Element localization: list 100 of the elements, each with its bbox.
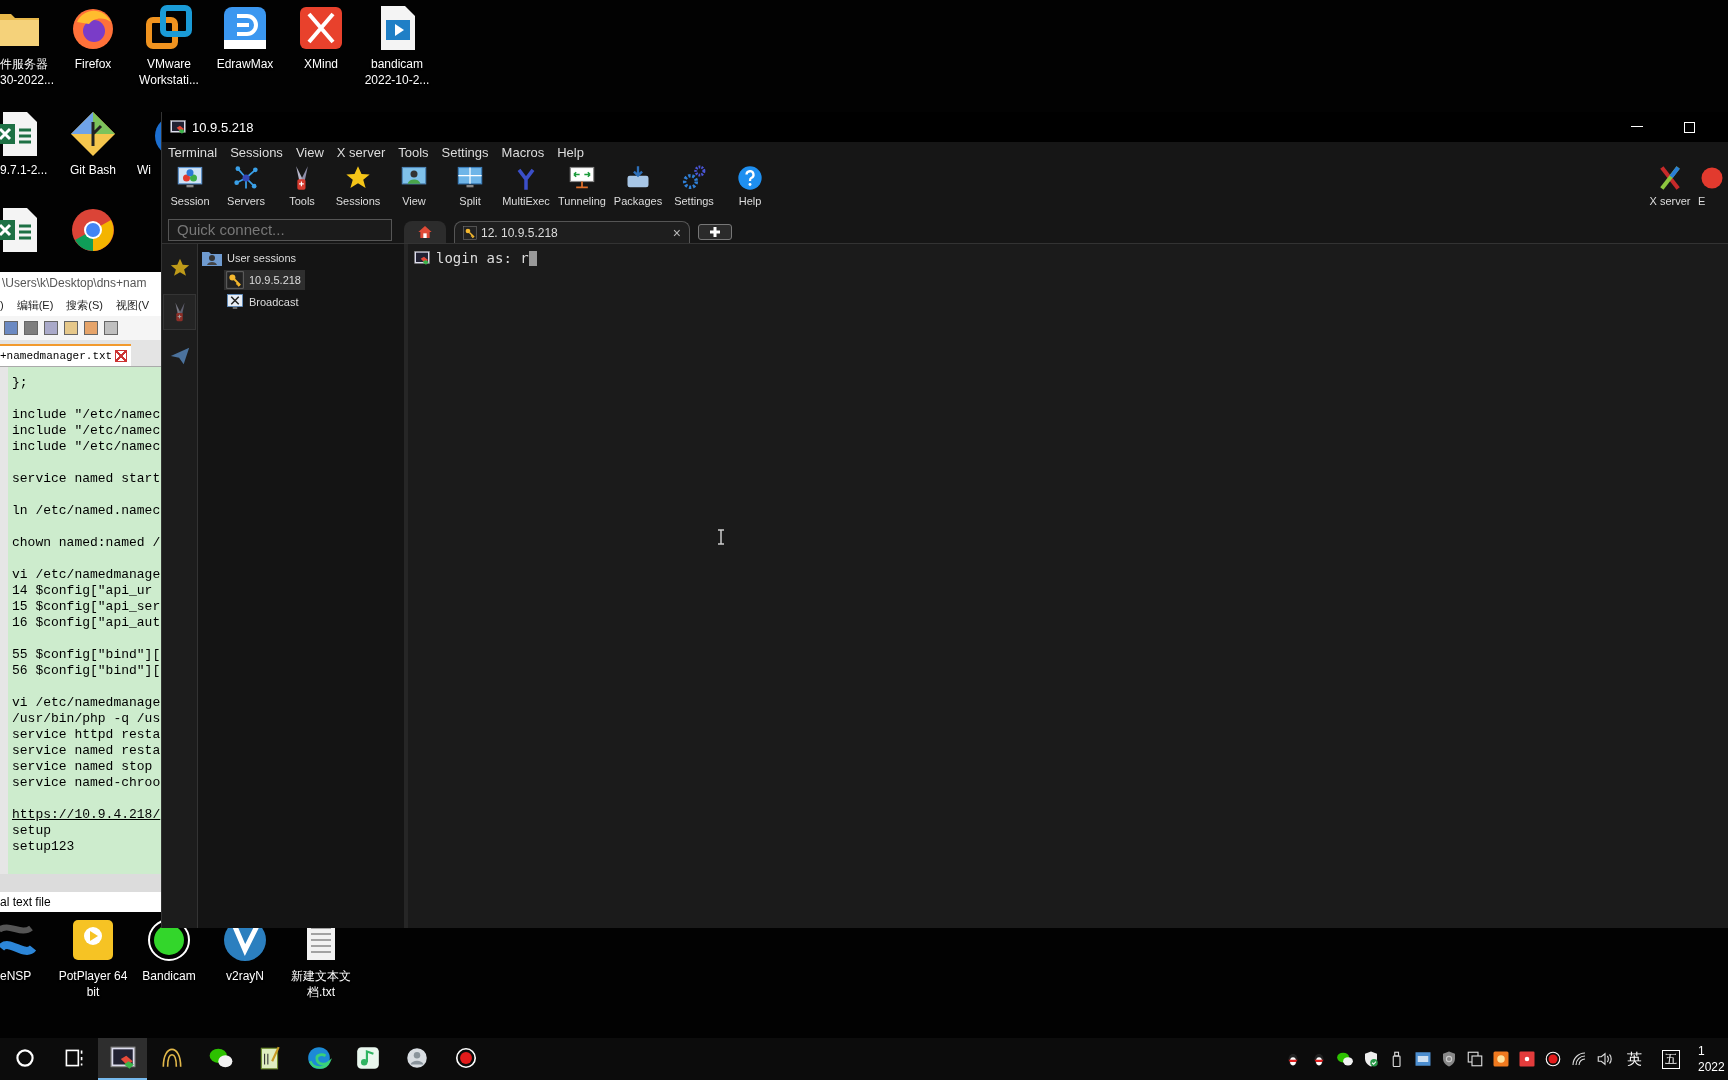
link[interactable]: https://10.9.4.218/ [12, 807, 161, 823]
quick-connect-field[interactable]: Quick connect... [168, 218, 392, 241]
star-icon [168, 257, 191, 279]
toolbar-button[interactable]: Session [162, 164, 218, 214]
record-icon [1544, 1050, 1562, 1068]
dot-app-icon [1518, 1050, 1536, 1068]
clock-text: 1 [1698, 1043, 1705, 1059]
code-line: service httpd resta [12, 727, 161, 743]
menu-item[interactable]: View [295, 144, 324, 160]
menu-item[interactable]: Terminal [168, 144, 218, 160]
tab-label: 12. 10.9.5.218 [481, 225, 558, 240]
file-tab[interactable]: +namedmanager.txt [0, 344, 132, 366]
session-tab[interactable]: 12. 10.9.5.218 × [454, 221, 690, 243]
scrollbar[interactable] [0, 874, 161, 892]
code-line: service named resta [12, 743, 161, 759]
close-button[interactable]: × [672, 224, 681, 241]
icon-label: 新建文本文 [291, 968, 351, 984]
menu-item[interactable]: Settings [441, 144, 489, 160]
toolbar-icon[interactable] [84, 321, 98, 335]
tray-button[interactable] [1543, 1050, 1563, 1068]
code-line: vi /etc/namedmanage [12, 567, 161, 583]
home-tab[interactable] [404, 221, 446, 243]
menu-item[interactable]: Sessions [230, 144, 283, 160]
toolbar-button[interactable]: Help [722, 164, 778, 214]
tray-button[interactable] [1595, 1050, 1615, 1068]
code-line: /usr/bin/php -q /us [12, 711, 161, 727]
tree-folder[interactable]: User sessions [227, 252, 297, 264]
network-nodes-icon [232, 164, 260, 192]
toolbar-button[interactable]: View [386, 164, 442, 214]
icon-label: Firefox [74, 56, 112, 72]
menu-item[interactable]: Help [557, 144, 584, 160]
tray-button[interactable] [1517, 1050, 1537, 1068]
code-line: 14 $config["api_ur [12, 583, 154, 599]
code-line: ln /etc/named.namec [12, 503, 161, 519]
input-method[interactable]: 英 [1621, 1049, 1648, 1069]
menu-item[interactable]: 视图(V [116, 297, 149, 313]
music-note-icon [354, 1045, 381, 1071]
minimize-icon [1631, 126, 1643, 128]
tray-button[interactable] [1491, 1050, 1511, 1068]
toolbar-button[interactable]: Servers [218, 164, 274, 214]
taskbar-button[interactable] [98, 1038, 147, 1080]
code-line: include "/etc/namec [12, 423, 161, 439]
plus-icon [710, 227, 720, 237]
diamond-icon [69, 110, 117, 158]
user-folder-icon [202, 250, 222, 266]
tray-button[interactable] [1413, 1050, 1433, 1068]
icon-label: 30-2022... [0, 72, 55, 88]
terminal-text: login as: r [436, 250, 529, 266]
terminal-icon [170, 119, 186, 135]
icon-label: 9.7.1-2... [0, 162, 48, 178]
toolbar-button[interactable]: Tools [274, 164, 330, 214]
text-cursor-icon [717, 529, 725, 545]
toolbar-button[interactable]: X server [1642, 164, 1698, 214]
icon-label: PotPlayer 64 [58, 968, 128, 984]
icon-label: 件服务器 [0, 56, 48, 72]
icon-label: Git Bash [70, 162, 116, 178]
toolbar-button[interactable]: Settings [666, 164, 722, 214]
menu-item[interactable]: ) [0, 299, 4, 311]
app-window-icon [1414, 1050, 1432, 1068]
code-line: include "/etc/namec [12, 439, 161, 455]
icon-label: Wi [137, 162, 151, 178]
terminal-icon [414, 250, 430, 266]
icon-label: EdrawMax [216, 56, 274, 72]
clock-text: 2022 [1698, 1059, 1725, 1075]
toolbar-button[interactable]: E [1698, 164, 1728, 214]
tree-item[interactable]: Broadcast [224, 292, 303, 312]
menu-item[interactable]: Macros [501, 144, 545, 160]
toolbar-button[interactable]: Split [442, 164, 498, 214]
tray-button[interactable] [1335, 1050, 1355, 1068]
code-line: chown named:named / [12, 535, 161, 551]
cross-icon [297, 4, 345, 52]
tray-button[interactable] [1465, 1050, 1485, 1068]
close-icon[interactable] [115, 350, 128, 362]
x-monitor-icon [226, 293, 244, 311]
input-mode[interactable]: 五 [1662, 1049, 1680, 1069]
terminal-area[interactable]: login as: r [408, 244, 1728, 928]
tree-item[interactable]: 10.9.5.218 [224, 270, 305, 290]
icon-label: VMware [147, 56, 191, 72]
speaker-icon [1596, 1050, 1614, 1068]
shield-check-icon [1362, 1050, 1380, 1068]
menu-item[interactable]: 搜索(S) [66, 297, 103, 313]
menu-item[interactable]: Tools [398, 144, 429, 160]
icon-label: Workstati... [139, 72, 199, 88]
icon-label: v2rayN [226, 968, 264, 984]
new-tab-button[interactable] [698, 224, 732, 240]
menu-item[interactable]: 编辑(E) [16, 297, 54, 313]
code-line: }; [12, 375, 29, 391]
toolbar-button[interactable]: Tunneling [554, 164, 610, 214]
toolbar-icon[interactable] [44, 321, 58, 335]
code-line: vi /etc/namedmanage [12, 695, 161, 711]
shield-icon [1440, 1050, 1458, 1068]
menu-item[interactable]: X server [336, 144, 386, 160]
toolbar-icon[interactable] [64, 321, 78, 335]
toolbar-button[interactable]: MultiExec [498, 164, 554, 214]
toolbar-button[interactable]: Packages [610, 164, 666, 214]
icon-label: bandicam [371, 56, 423, 72]
toolbar-button[interactable]: Sessions [330, 164, 386, 214]
edraw-icon [221, 4, 269, 52]
code-line: 56 $config["bind"][ [12, 663, 161, 679]
toolbar-icon[interactable] [104, 321, 118, 335]
